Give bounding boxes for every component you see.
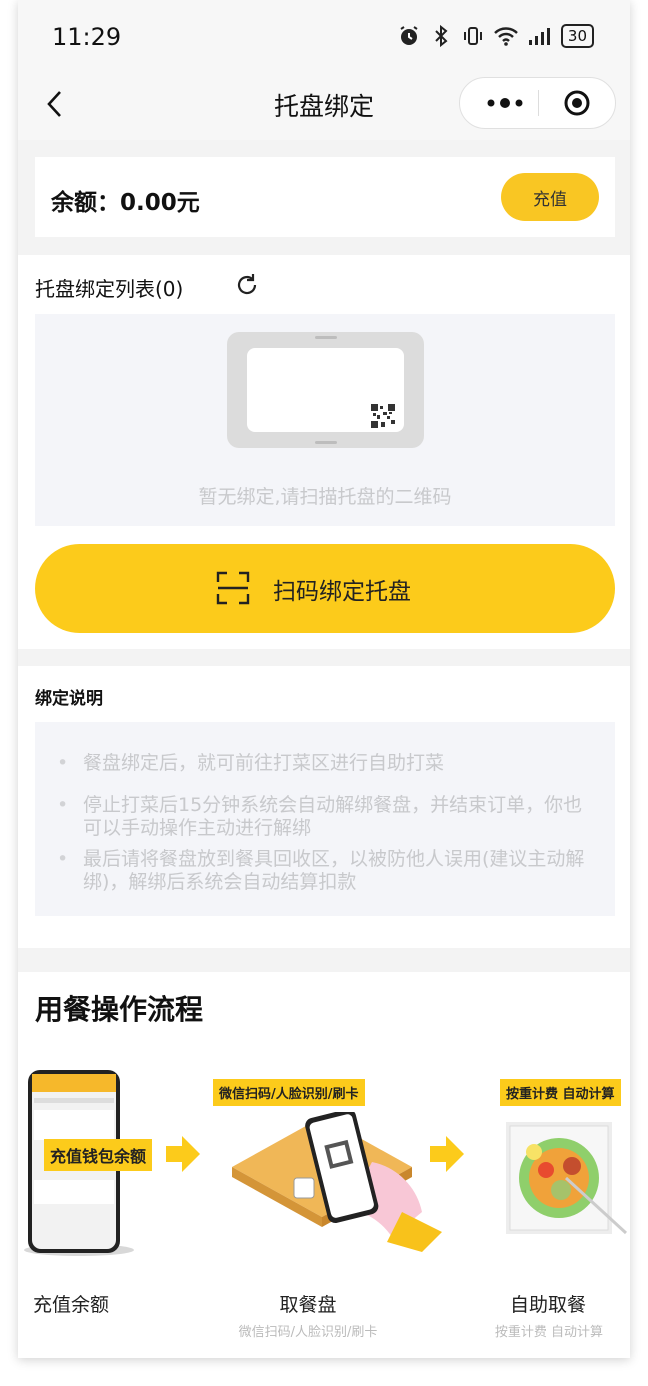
description-item: 餐盘绑定后，就可前往打菜区进行自助打菜 <box>57 752 595 775</box>
recharge-wallet-tag: 充值钱包余额 <box>44 1139 153 1171</box>
tray-scan-illustration-icon <box>232 1112 442 1252</box>
balance-card: 余额：0.00元 充值 <box>35 157 615 237</box>
empty-hint-text: 暂无绑定,请扫描托盘的二维码 <box>198 486 452 508</box>
weight-billing-tag: 按重计费 自动计算 <box>500 1079 621 1106</box>
close-mini-program-icon[interactable] <box>563 89 591 117</box>
step-label-take-tray: 取餐盘 <box>279 1294 337 1316</box>
description-item: 停止打菜后15分钟系统会自动解绑餐盘，并结束订单，你也可以手动操作主动进行解绑 <box>57 794 595 840</box>
wifi-icon <box>494 27 518 46</box>
food-tray-illustration-icon <box>506 1122 628 1235</box>
tray-illustration-icon <box>227 332 424 448</box>
flow-title: 用餐操作流程 <box>35 993 204 1026</box>
description-box: 餐盘绑定后，就可前往打菜区进行自助打菜 停止打菜后15分钟系统会自动解绑餐盘，并… <box>35 722 615 916</box>
bluetooth-icon <box>435 24 448 48</box>
recharge-button[interactable]: 充值 <box>501 173 599 221</box>
scan-button-label: 扫码绑定托盘 <box>273 578 411 604</box>
refresh-icon[interactable] <box>234 272 260 298</box>
dining-flow-section: 用餐操作流程 充值钱包余额 微信扫码/人脸识别/刷卡 按重计费 自动计算 充值余… <box>18 972 630 1358</box>
phone-screen: 11:29 30 托盘绑定 余额：0.00元 充值 托盘绑定列表(0) 暂无绑定… <box>18 0 630 1358</box>
scan-icon <box>216 571 250 605</box>
description-title: 绑定说明 <box>35 689 103 709</box>
capsule-divider <box>538 90 539 116</box>
bind-list-title: 托盘绑定列表(0) <box>35 277 184 301</box>
status-bar: 11:29 30 <box>18 0 630 75</box>
scan-bind-tray-button[interactable]: 扫码绑定托盘 <box>35 544 615 633</box>
arrow-right-icon <box>166 1136 200 1172</box>
more-options-icon[interactable] <box>480 88 530 118</box>
description-item: 最后请将餐盘放到餐具回收区，以被防他人误用(建议主动解绑)，解绑后系统会自动结算… <box>57 848 595 894</box>
empty-bind-list: 暂无绑定,请扫描托盘的二维码 <box>35 314 615 526</box>
mini-program-capsule <box>459 77 616 129</box>
status-icons: 30 <box>397 24 594 48</box>
tray-bind-section: 托盘绑定列表(0) 暂无绑定,请扫描托盘的二维码 扫码绑定托盘 <box>18 255 630 649</box>
alarm-icon <box>400 26 418 45</box>
scan-methods-tag: 微信扫码/人脸识别/刷卡 <box>213 1079 365 1106</box>
arrow-right-icon <box>430 1136 464 1172</box>
battery-icon: 30 <box>560 24 594 48</box>
step-label-self-serve: 自助取餐 <box>509 1294 586 1316</box>
step-sub-take-tray: 微信扫码/人脸识别/刷卡 <box>238 1325 378 1340</box>
balance-text: 余额：0.00元 <box>51 190 200 216</box>
status-time: 11:29 <box>52 23 122 51</box>
nav-bar: 托盘绑定 <box>18 75 630 140</box>
vibrate-icon <box>463 27 482 45</box>
signal-icon <box>528 28 550 45</box>
step-label-recharge: 充值余额 <box>32 1294 109 1316</box>
bind-description-section: 绑定说明 餐盘绑定后，就可前往打菜区进行自助打菜 停止打菜后15分钟系统会自动解… <box>18 666 630 948</box>
step-sub-self-serve: 按重计费 自动计算 <box>494 1325 604 1340</box>
